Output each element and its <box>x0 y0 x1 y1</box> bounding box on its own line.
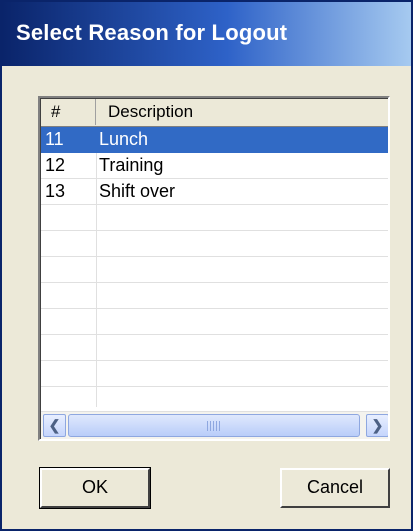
chevron-left-icon[interactable]: ❮ <box>43 414 66 437</box>
horizontal-scrollbar[interactable]: ❮ ❯ <box>41 411 388 439</box>
reason-list[interactable]: # Description 11 Lunch 12 Training 13 Sh… <box>38 96 390 441</box>
empty-row <box>41 309 388 335</box>
list-header: # Description <box>41 99 388 127</box>
empty-row <box>41 335 388 361</box>
dialog-title: Select Reason for Logout <box>16 20 288 45</box>
column-header-number[interactable]: # <box>41 99 96 125</box>
scrollbar-thumb[interactable] <box>68 414 360 437</box>
list-row-lunch[interactable]: 11 Lunch <box>41 127 388 153</box>
title-bar[interactable]: Select Reason for Logout <box>2 2 411 66</box>
list-row-shift-over[interactable]: 13 Shift over <box>41 179 388 205</box>
row-description: Training <box>99 155 164 175</box>
empty-row <box>41 257 388 283</box>
row-number: 13 <box>45 181 66 201</box>
row-description: Lunch <box>99 129 149 149</box>
logout-reason-dialog: Select Reason for Logout # Description 1… <box>0 0 413 531</box>
cancel-button[interactable]: Cancel <box>280 468 390 508</box>
empty-row <box>41 231 388 257</box>
empty-row <box>41 205 388 231</box>
list-row-training[interactable]: 12 Training <box>41 153 388 179</box>
empty-row <box>41 361 388 387</box>
grip-icon <box>207 421 221 431</box>
chevron-right-icon[interactable]: ❯ <box>366 414 388 437</box>
column-header-description[interactable]: Description <box>96 99 388 125</box>
row-number: 12 <box>45 155 66 175</box>
row-description: Shift over <box>99 181 176 201</box>
ok-button[interactable]: OK <box>39 467 151 509</box>
list-rows: 11 Lunch 12 Training 13 Shift over <box>41 127 388 387</box>
empty-row <box>41 283 388 309</box>
row-number: 11 <box>45 129 64 149</box>
